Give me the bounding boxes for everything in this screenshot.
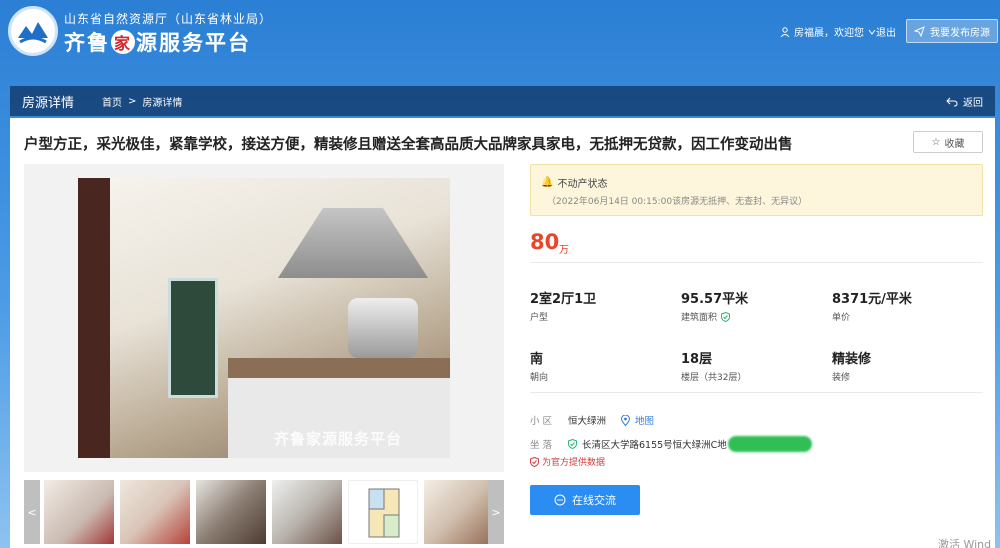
- site-header: 山东省自然资源厅（山东省林业局） 齐鲁 家 源服务平台 房福晨，欢迎您 退出 我…: [0, 0, 1000, 86]
- site-name-part2: 源服务平台: [136, 31, 251, 55]
- back-arrow-icon: [946, 97, 958, 106]
- verified-shield-icon: [568, 439, 577, 449]
- breadcrumb-home[interactable]: 首页: [102, 94, 122, 109]
- area-value: 95.57平米: [681, 292, 749, 307]
- bell-icon: 🔔: [541, 177, 554, 188]
- community-label: 小 区: [530, 416, 553, 427]
- favorite-label: 收藏: [944, 138, 965, 150]
- org-name: 山东省自然资源厅（山东省林业局）: [64, 12, 273, 26]
- layout-value: 2室2厅1卫: [530, 292, 597, 307]
- favorite-button[interactable]: ☆ 收藏: [913, 131, 983, 153]
- main-photo[interactable]: 齐鲁家源服务平台: [78, 178, 450, 458]
- breadcrumb-separator: >: [128, 95, 137, 107]
- photo-watermark: 齐鲁家源服务平台: [274, 430, 403, 448]
- community-value: 恒大绿洲: [568, 416, 607, 427]
- decoration-value: 精装修: [832, 352, 872, 367]
- thumbnail[interactable]: [424, 480, 494, 544]
- official-data-label: 为官方提供数据: [542, 458, 606, 468]
- photo-pot: [348, 298, 418, 358]
- back-button[interactable]: 返回: [946, 94, 983, 109]
- status-title-text: 不动产状态: [557, 179, 608, 190]
- stat-orientation: 南 朝向: [530, 348, 548, 383]
- user-greeting: 房福晨，欢迎您: [794, 28, 864, 39]
- site-logo-icon[interactable]: [8, 6, 58, 56]
- photo-counter: [228, 358, 450, 378]
- redaction-mark: [727, 436, 812, 452]
- unit-price-label: 单价: [832, 313, 851, 323]
- layout-label: 户型: [530, 313, 549, 323]
- star-icon: ☆: [931, 136, 941, 148]
- thumbnail[interactable]: [120, 480, 190, 544]
- publish-listing-button[interactable]: 我要发布房源: [906, 19, 998, 43]
- photo-gallery: 齐鲁家源服务平台: [24, 164, 504, 472]
- property-status-box: 🔔 不动产状态 （2022年06月14日 00:15:00该房源无抵押、无查封、…: [530, 164, 983, 216]
- stat-unit-price: 8371元/平米 单价: [832, 288, 912, 323]
- decoration-label: 装修: [832, 373, 851, 383]
- verified-shield-icon: [721, 311, 731, 322]
- area-label: 建筑面积: [681, 313, 718, 323]
- publish-label: 我要发布房源: [930, 27, 990, 39]
- address-row: 长清区大学路6155号恒大绿洲C地: [568, 436, 812, 452]
- unit-price-value: 8371元/平米: [832, 292, 912, 307]
- address-label: 坐 落: [530, 440, 553, 451]
- site-name-mark: 家: [111, 30, 135, 54]
- photo-window: [168, 278, 218, 398]
- stat-decoration: 精装修 装修: [832, 348, 871, 383]
- back-label: 返回: [963, 98, 983, 109]
- status-title: 🔔 不动产状态: [541, 175, 607, 190]
- floor-label: 楼层（共32层）: [681, 373, 747, 383]
- price-value: 80: [530, 230, 560, 254]
- site-name: 齐鲁 家 源服务平台: [64, 27, 251, 57]
- breadcrumb-current: 房源详情: [142, 97, 183, 109]
- orientation-value: 南: [530, 352, 544, 367]
- online-chat-button[interactable]: 在线交流: [530, 485, 640, 515]
- price-unit: 万: [559, 245, 569, 256]
- user-menu[interactable]: 房福晨，欢迎您: [780, 24, 876, 39]
- community-row: 恒大绿洲 地图: [568, 413, 654, 427]
- orientation-label: 朝向: [530, 373, 549, 383]
- divider: [530, 262, 983, 263]
- thumb-prev-button[interactable]: <: [24, 480, 40, 544]
- site-name-part1: 齐鲁: [64, 31, 110, 55]
- status-detail: （2022年06月14日 00:15:00该房源无抵押、无查封、无异议）: [547, 197, 808, 207]
- windows-activation-watermark: 激活 Wind: [938, 538, 992, 548]
- stat-layout: 2室2厅1卫 户型: [530, 288, 596, 323]
- photo-door: [78, 178, 110, 458]
- logout-link[interactable]: 退出: [876, 24, 896, 39]
- floor-value: 18层: [681, 352, 713, 367]
- nav-title: 房源详情: [22, 95, 75, 111]
- thumbnail[interactable]: [272, 480, 342, 544]
- thumbnail[interactable]: [196, 480, 266, 544]
- thumb-next-button[interactable]: >: [488, 480, 504, 544]
- map-pin-icon: [621, 414, 631, 426]
- chat-icon: [554, 494, 566, 506]
- chevron-down-icon: [868, 29, 876, 35]
- floorplan-thumbnail[interactable]: [348, 480, 418, 544]
- thumbnail-strip: < >: [24, 480, 504, 544]
- thumbnail[interactable]: [44, 480, 114, 544]
- nav-bar: 房源详情 首页 > 房源详情 返回: [10, 86, 995, 116]
- breadcrumb: 首页 > 房源详情: [102, 94, 182, 109]
- send-icon: [914, 25, 925, 37]
- listing-title: 户型方正，采光极佳，紧靠学校，接送方便，精装修且赠送全套高品质大品牌家具家电，无…: [24, 137, 793, 153]
- user-icon: [780, 26, 790, 37]
- stat-floor: 18层 楼层（共32层）: [681, 348, 746, 383]
- official-shield-icon: [530, 456, 539, 467]
- photo-range-hood: [278, 208, 428, 278]
- chat-label: 在线交流: [572, 494, 616, 507]
- map-link[interactable]: 地图: [635, 413, 654, 427]
- official-data-note: 为官方提供数据: [530, 455, 605, 468]
- listing-detail: 户型方正，采光极佳，紧靠学校，接送方便，精装修且赠送全套高品质大品牌家具家电，无…: [10, 118, 995, 548]
- divider: [530, 392, 983, 393]
- stat-area: 95.57平米 建筑面积: [681, 288, 748, 323]
- area-label-row: 建筑面积: [681, 310, 748, 323]
- address-value: 长清区大学路6155号恒大绿洲C地: [582, 440, 727, 451]
